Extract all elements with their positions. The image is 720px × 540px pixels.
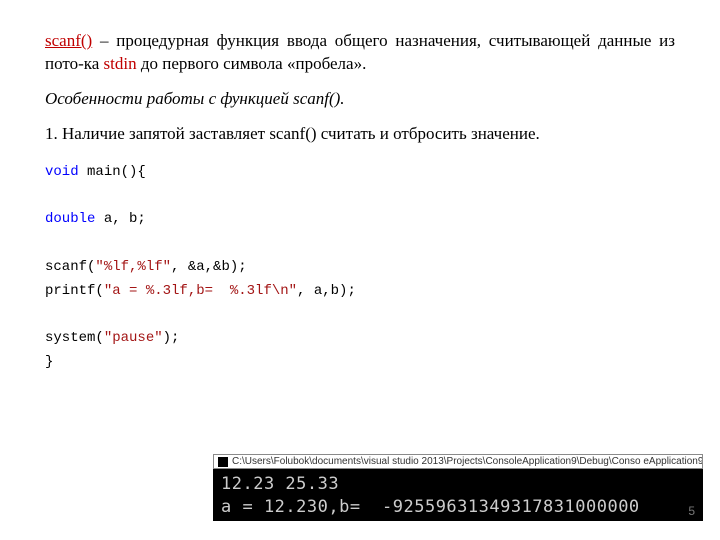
- scanf-link: scanf(): [45, 31, 92, 50]
- code-l3b: , &a,&b);: [171, 259, 247, 275]
- stdin-keyword: stdin: [104, 54, 137, 73]
- console-title-text: C:\Users\Folubok\documents\visual studio…: [232, 456, 703, 467]
- str-l3: "%lf,%lf": [95, 259, 171, 275]
- console-titlebar: C:\Users\Folubok\documents\visual studio…: [213, 454, 703, 469]
- kw-double: double: [45, 211, 95, 227]
- console-output: 12.23 25.33 a = 12.230,b= -9255963134931…: [213, 469, 703, 521]
- console-line-2: a = 12.230,b= -92559631349317831000000: [221, 497, 640, 517]
- kw-void: void: [45, 164, 79, 180]
- intro-text-2: до первого символа «пробела».: [137, 54, 367, 73]
- code-l4a: printf(: [45, 283, 104, 299]
- code-l6: }: [45, 354, 53, 370]
- cmd-icon: [218, 457, 228, 467]
- code-l1b: main(){: [79, 164, 146, 180]
- code-block: void main(){ double a, b; scanf("%lf,%lf…: [45, 161, 675, 375]
- code-l5a: system(: [45, 330, 104, 346]
- slide-number: 5: [688, 504, 695, 518]
- code-l2b: a, b;: [95, 211, 145, 227]
- code-l5b: );: [163, 330, 180, 346]
- console-line-1: 12.23 25.33: [221, 474, 339, 494]
- console-window: C:\Users\Folubok\documents\visual studio…: [213, 454, 703, 521]
- section-title: Особенности работы с функцией scanf().: [45, 88, 675, 111]
- intro-paragraph: scanf() – процедурная функция ввода обще…: [45, 30, 675, 76]
- point-1: 1. Наличие запятой заставляет scanf() сч…: [45, 123, 675, 146]
- str-l4: "a = %.3lf,b= %.3lf\n": [104, 283, 297, 299]
- code-l4b: , a,b);: [297, 283, 356, 299]
- code-l3a: scanf(: [45, 259, 95, 275]
- str-l5: "pause": [104, 330, 163, 346]
